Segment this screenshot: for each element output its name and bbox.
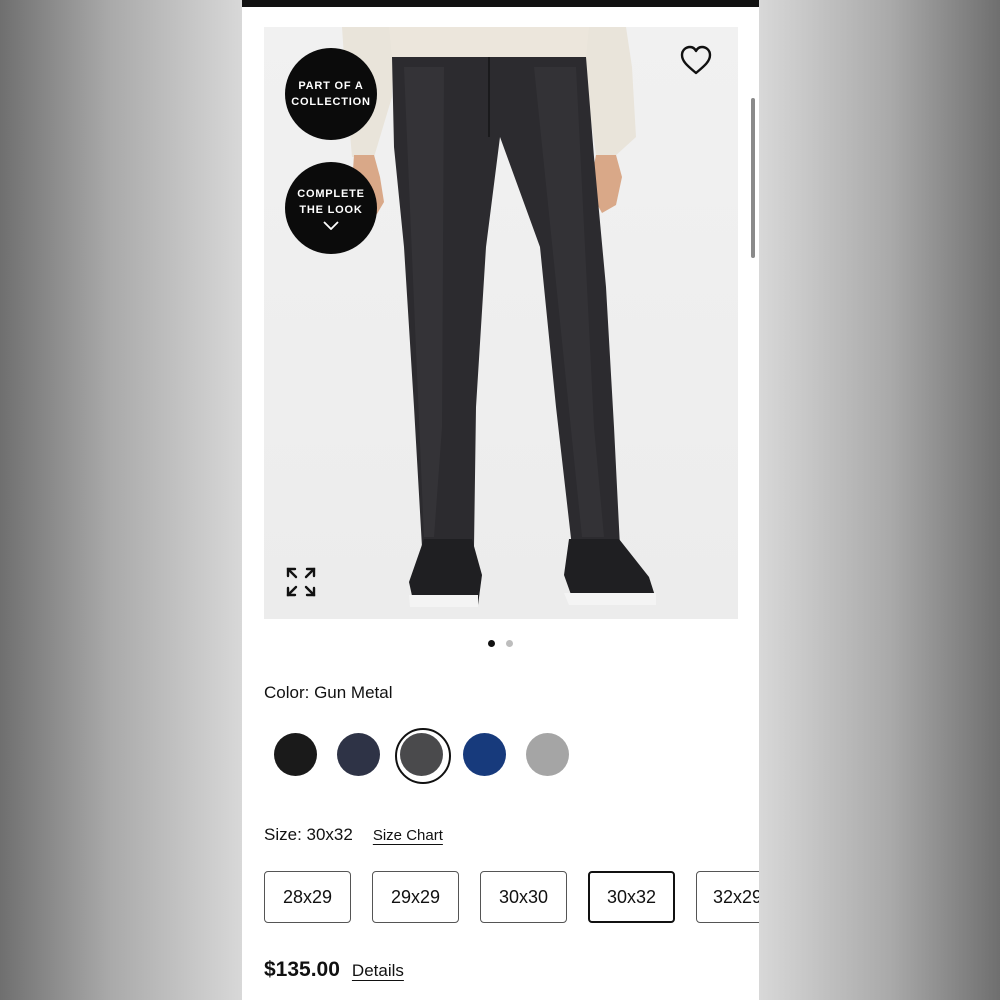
size-option-30x30[interactable]: 30x30 bbox=[480, 871, 567, 923]
size-option-30x32[interactable]: 30x32 bbox=[588, 871, 675, 923]
color-label: Color: Gun Metal bbox=[264, 683, 393, 702]
product-page: PART OF A COLLECTION COMPLETE THE LOOK C… bbox=[242, 0, 759, 1000]
carousel-dot-2[interactable] bbox=[506, 640, 513, 647]
swatch-color bbox=[399, 732, 443, 776]
complete-look-badge-label: COMPLETE THE LOOK bbox=[297, 188, 365, 216]
details-link[interactable]: Details bbox=[352, 961, 404, 981]
color-swatches bbox=[264, 728, 579, 784]
size-option-32x29[interactable]: 32x29 bbox=[696, 871, 759, 923]
size-options: 28x29 29x29 30x30 30x32 32x29 bbox=[264, 871, 759, 923]
swatch-color bbox=[525, 732, 569, 776]
swatch-grey[interactable] bbox=[516, 729, 578, 779]
top-bar bbox=[242, 0, 759, 7]
product-image[interactable]: PART OF A COLLECTION COMPLETE THE LOOK bbox=[264, 27, 738, 619]
swatch-black[interactable] bbox=[264, 729, 326, 779]
swatch-color bbox=[462, 732, 506, 776]
size-option-28x29[interactable]: 28x29 bbox=[264, 871, 351, 923]
price: $135.00 bbox=[264, 958, 340, 981]
collection-badge[interactable]: PART OF A COLLECTION bbox=[285, 48, 377, 140]
background-left bbox=[0, 0, 242, 1000]
scrollbar[interactable] bbox=[751, 98, 755, 258]
collection-badge-label: PART OF A COLLECTION bbox=[291, 80, 371, 108]
carousel-dots bbox=[242, 640, 759, 647]
price-row: $135.00 Details bbox=[264, 958, 404, 982]
swatch-color bbox=[273, 732, 317, 776]
size-label: Size: 30x32 bbox=[264, 825, 353, 844]
complete-look-badge[interactable]: COMPLETE THE LOOK bbox=[285, 162, 377, 254]
chevron-down-icon bbox=[323, 221, 339, 230]
swatch-color bbox=[336, 732, 380, 776]
heart-icon[interactable] bbox=[679, 44, 713, 76]
swatch-navy[interactable] bbox=[327, 729, 389, 779]
background-right bbox=[759, 0, 1000, 1000]
swatch-gun-metal[interactable] bbox=[390, 728, 452, 784]
swatch-blue[interactable] bbox=[453, 729, 515, 779]
size-row: Size: 30x32 Size Chart bbox=[264, 825, 443, 845]
carousel-dot-1[interactable] bbox=[488, 640, 495, 647]
expand-icon[interactable] bbox=[286, 567, 316, 597]
size-option-29x29[interactable]: 29x29 bbox=[372, 871, 459, 923]
size-chart-link[interactable]: Size Chart bbox=[373, 827, 443, 844]
